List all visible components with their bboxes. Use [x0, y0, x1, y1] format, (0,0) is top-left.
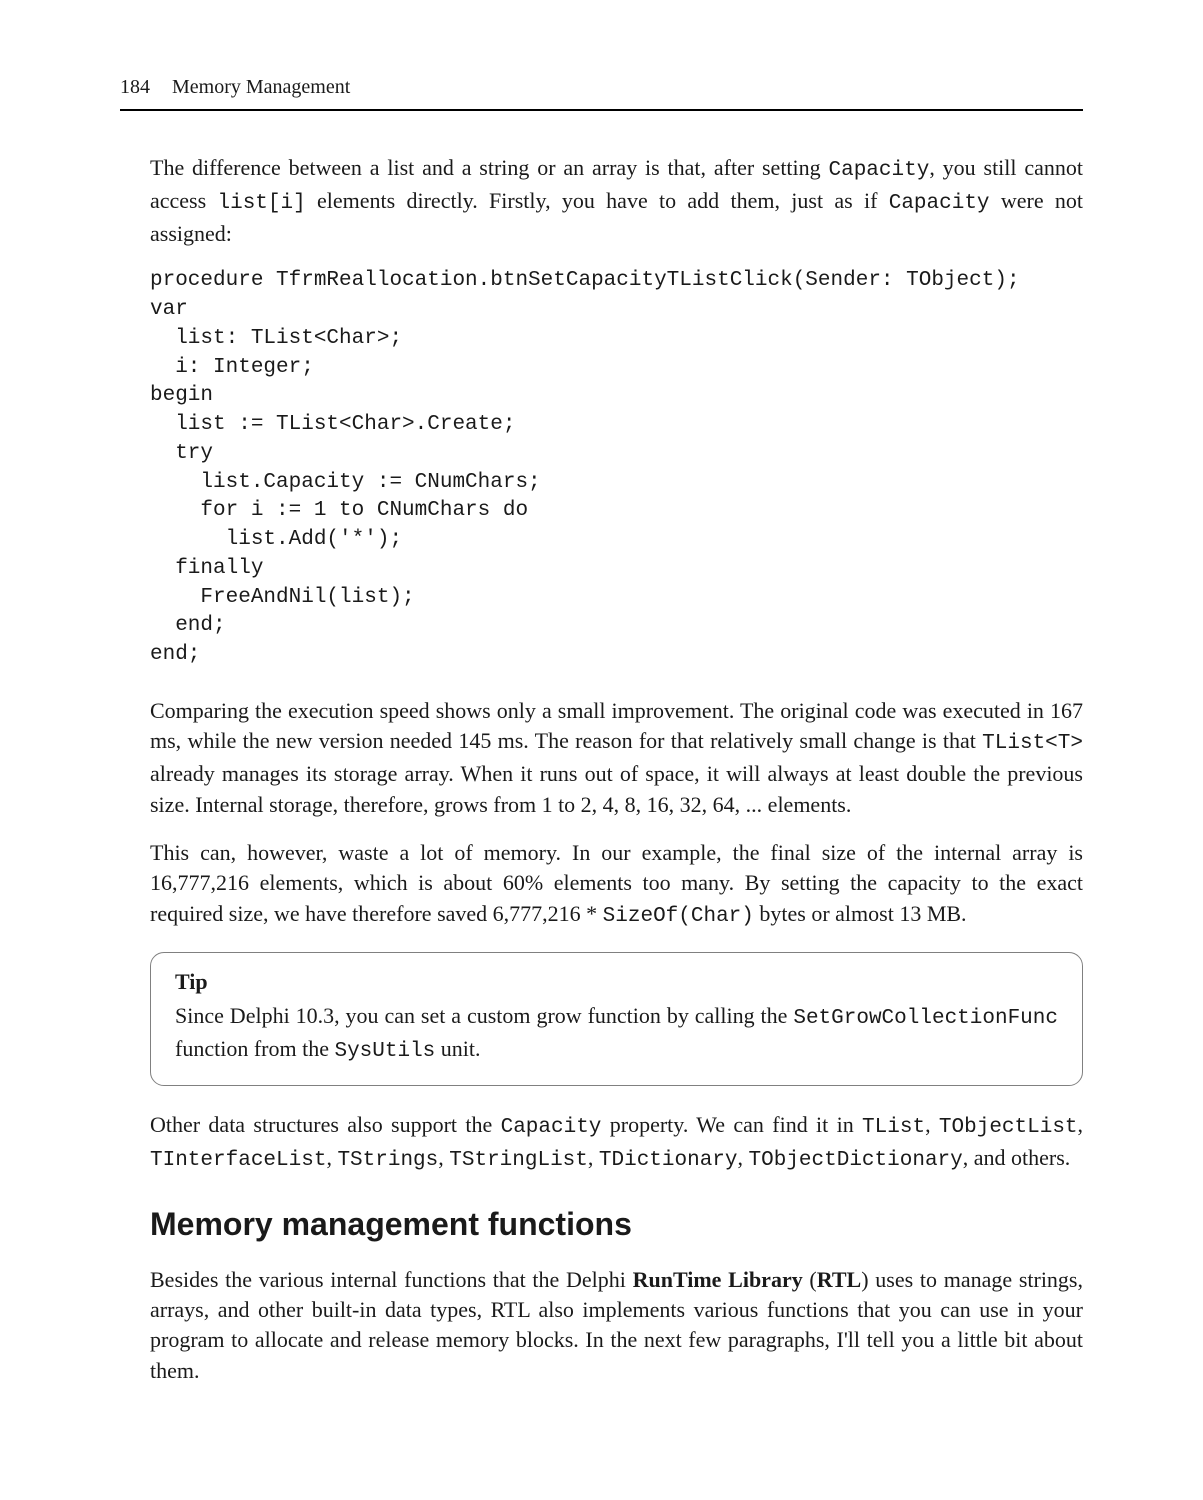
other-paragraph: Other data structures also support the C…: [150, 1110, 1083, 1176]
compare-paragraph: Comparing the execution speed shows only…: [150, 696, 1083, 820]
code-inline-sysutils: SysUtils: [334, 1040, 435, 1063]
text: (: [803, 1267, 817, 1292]
code-inline-list-i: list[i]: [217, 192, 305, 215]
content-area: The difference between a list and a stri…: [150, 153, 1083, 1386]
code-inline-capacity: Capacity: [501, 1116, 602, 1139]
code-inline-tstringlist: TStringList: [449, 1149, 588, 1172]
code-inline-tdictionary: TDictionary: [599, 1149, 738, 1172]
text: ,: [326, 1145, 337, 1170]
text: ,: [738, 1145, 749, 1170]
page-number: 184: [120, 76, 150, 99]
running-head: 184 Memory Management: [120, 76, 1083, 99]
text: Other data structures also support the: [150, 1112, 501, 1137]
code-inline-capacity: Capacity: [889, 192, 990, 215]
text: Since Delphi 10.3, you can set a custom …: [175, 1003, 793, 1028]
code-inline-tobjectlist: TObjectList: [939, 1116, 1078, 1139]
tip-box: Tip Since Delphi 10.3, you can set a cus…: [150, 952, 1083, 1086]
text: Besides the various internal functions t…: [150, 1267, 633, 1292]
code-inline-tobjectdictionary: TObjectDictionary: [749, 1149, 963, 1172]
text: function from the: [175, 1036, 334, 1061]
bold-text: RunTime Library: [633, 1267, 803, 1292]
code-inline-capacity: Capacity: [829, 159, 930, 182]
code-inline-tlist-t: TList<T>: [982, 732, 1083, 755]
tip-label: Tip: [175, 969, 1058, 995]
text: The difference between a list and a stri…: [150, 155, 829, 180]
text: elements directly. Firstly, you have to …: [306, 188, 889, 213]
mmf-paragraph: Besides the various internal functions t…: [150, 1265, 1083, 1386]
code-inline-tlist: TList: [862, 1116, 925, 1139]
chapter-title: Memory Management: [172, 76, 350, 99]
text: ,: [438, 1145, 449, 1170]
code-block: procedure TfrmReallocation.btnSetCapacit…: [150, 267, 1083, 670]
text: unit.: [435, 1036, 480, 1061]
text: ,: [925, 1112, 939, 1137]
text: ,: [588, 1145, 599, 1170]
tip-body: Since Delphi 10.3, you can set a custom …: [175, 1001, 1058, 1067]
header-rule: [120, 109, 1083, 111]
page: 184 Memory Management The difference bet…: [0, 0, 1203, 1500]
text: bytes or almost 13 MB.: [754, 901, 967, 926]
code-inline-tinterfacelist: TInterfaceList: [150, 1149, 326, 1172]
code-inline-sizeof: SizeOf(Char): [603, 905, 754, 928]
text: , and others.: [963, 1145, 1071, 1170]
bold-text: RTL: [817, 1267, 861, 1292]
code-inline-setgrow: SetGrowCollectionFunc: [793, 1007, 1058, 1030]
waste-paragraph: This can, however, waste a lot of memory…: [150, 838, 1083, 932]
code-inline-tstrings: TStrings: [337, 1149, 438, 1172]
intro-paragraph: The difference between a list and a stri…: [150, 153, 1083, 249]
text: already manages its storage array. When …: [150, 761, 1083, 816]
text: property. We can find it in: [601, 1112, 862, 1137]
text: Comparing the execution speed shows only…: [150, 698, 1083, 753]
text: ,: [1078, 1112, 1084, 1137]
section-heading: Memory management functions: [150, 1206, 1083, 1243]
